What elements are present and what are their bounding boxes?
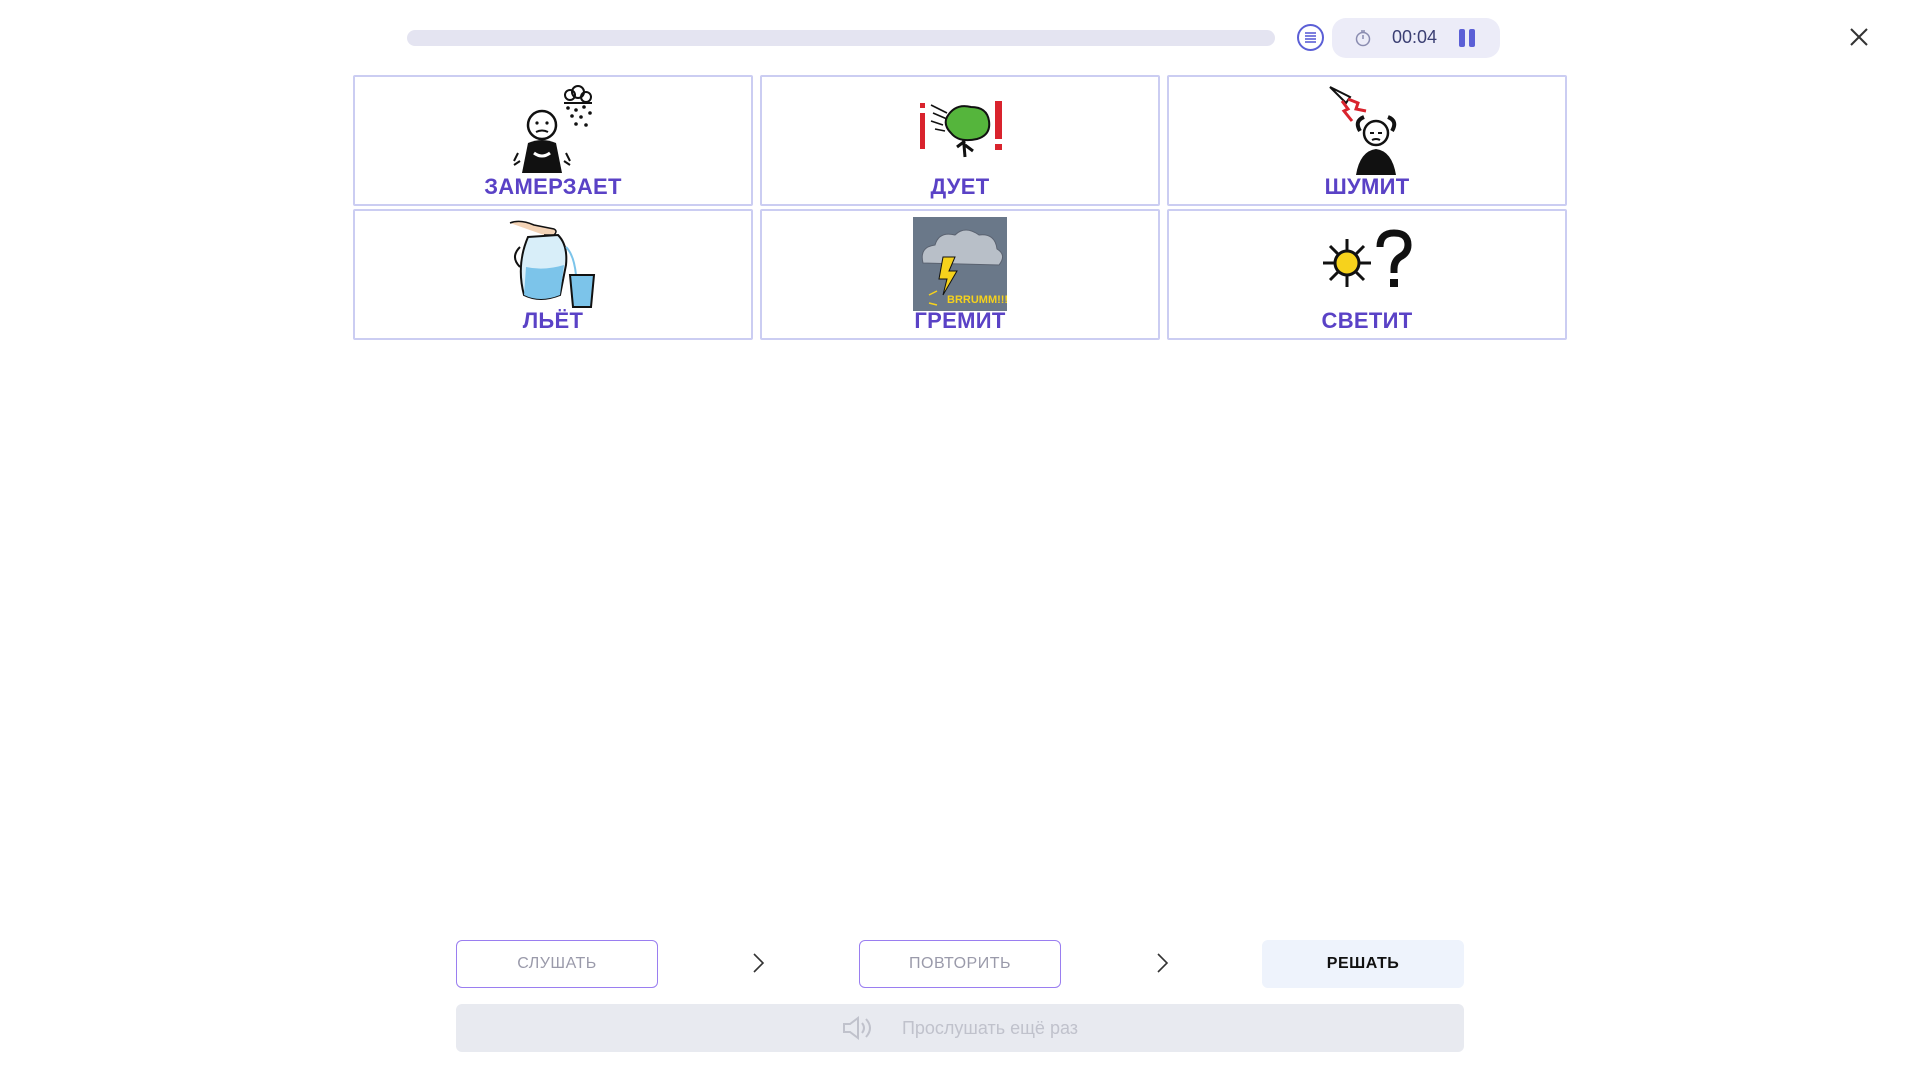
sun-question-icon xyxy=(1323,229,1412,287)
card-label: ГРЕМИТ xyxy=(914,308,1006,333)
listen-again-label: Прослушать ещё раз xyxy=(901,1017,1079,1038)
menu-button[interactable] xyxy=(1297,24,1324,51)
pause-icon-bar xyxy=(1469,29,1475,47)
card-freezes[interactable]: ЗАМЕРЗАЕТ xyxy=(353,75,753,206)
stopwatch-icon xyxy=(1355,30,1371,47)
card-shines[interactable]: СВЕТИТ xyxy=(1167,209,1567,340)
card-pours[interactable]: ЛЬЁТ xyxy=(353,209,753,340)
chevron-right-icon xyxy=(753,953,765,973)
timer-value: 00:04 xyxy=(1392,27,1438,47)
card-label: СВЕТИТ xyxy=(1321,308,1413,333)
solve-step-button[interactable]: РЕШАТЬ xyxy=(1262,940,1464,988)
pouring-jug-icon xyxy=(509,220,596,308)
progress-bar xyxy=(407,30,1275,46)
card-label: ДУЕТ xyxy=(930,174,990,199)
listen-again-button[interactable]: Прослушать ещё раз xyxy=(456,1004,1464,1052)
repeat-step-button[interactable]: ПОВТОРИТЬ xyxy=(859,940,1061,988)
noise-person-icon xyxy=(1329,86,1397,175)
card-label: ЛЬЁТ xyxy=(522,308,584,333)
chevron-right-icon xyxy=(1157,953,1169,973)
pause-icon xyxy=(1459,29,1465,47)
freezing-person-icon xyxy=(513,85,592,173)
close-icon[interactable] xyxy=(1846,24,1872,50)
list-icon xyxy=(1305,32,1316,43)
timer-panel: 00:04 xyxy=(1332,18,1500,58)
card-noise[interactable]: ШУМИТ xyxy=(1167,75,1567,206)
pause-button[interactable] xyxy=(1459,29,1477,47)
card-thunders[interactable]: BRRUMM!!! ГРЕМИТ xyxy=(760,209,1160,340)
card-label: ШУМИТ xyxy=(1324,174,1410,199)
thunder-sound-text: BRRUMM!!! xyxy=(947,294,1007,306)
listen-step-button[interactable]: СЛУШАТЬ xyxy=(456,940,658,988)
speaker-icon xyxy=(842,1016,871,1040)
wind-tree-icon xyxy=(920,101,1002,158)
answer-grid: ЗАМЕРЗАЕТ ДУЕТ ШУМИТ ЛЬЁТ BRRUMM!!! ГРЕМ… xyxy=(353,75,1567,341)
thunder-cloud-icon: BRRUMM!!! xyxy=(913,217,1007,311)
card-label: ЗАМЕРЗАЕТ xyxy=(484,174,622,199)
card-blows[interactable]: ДУЕТ xyxy=(760,75,1160,206)
